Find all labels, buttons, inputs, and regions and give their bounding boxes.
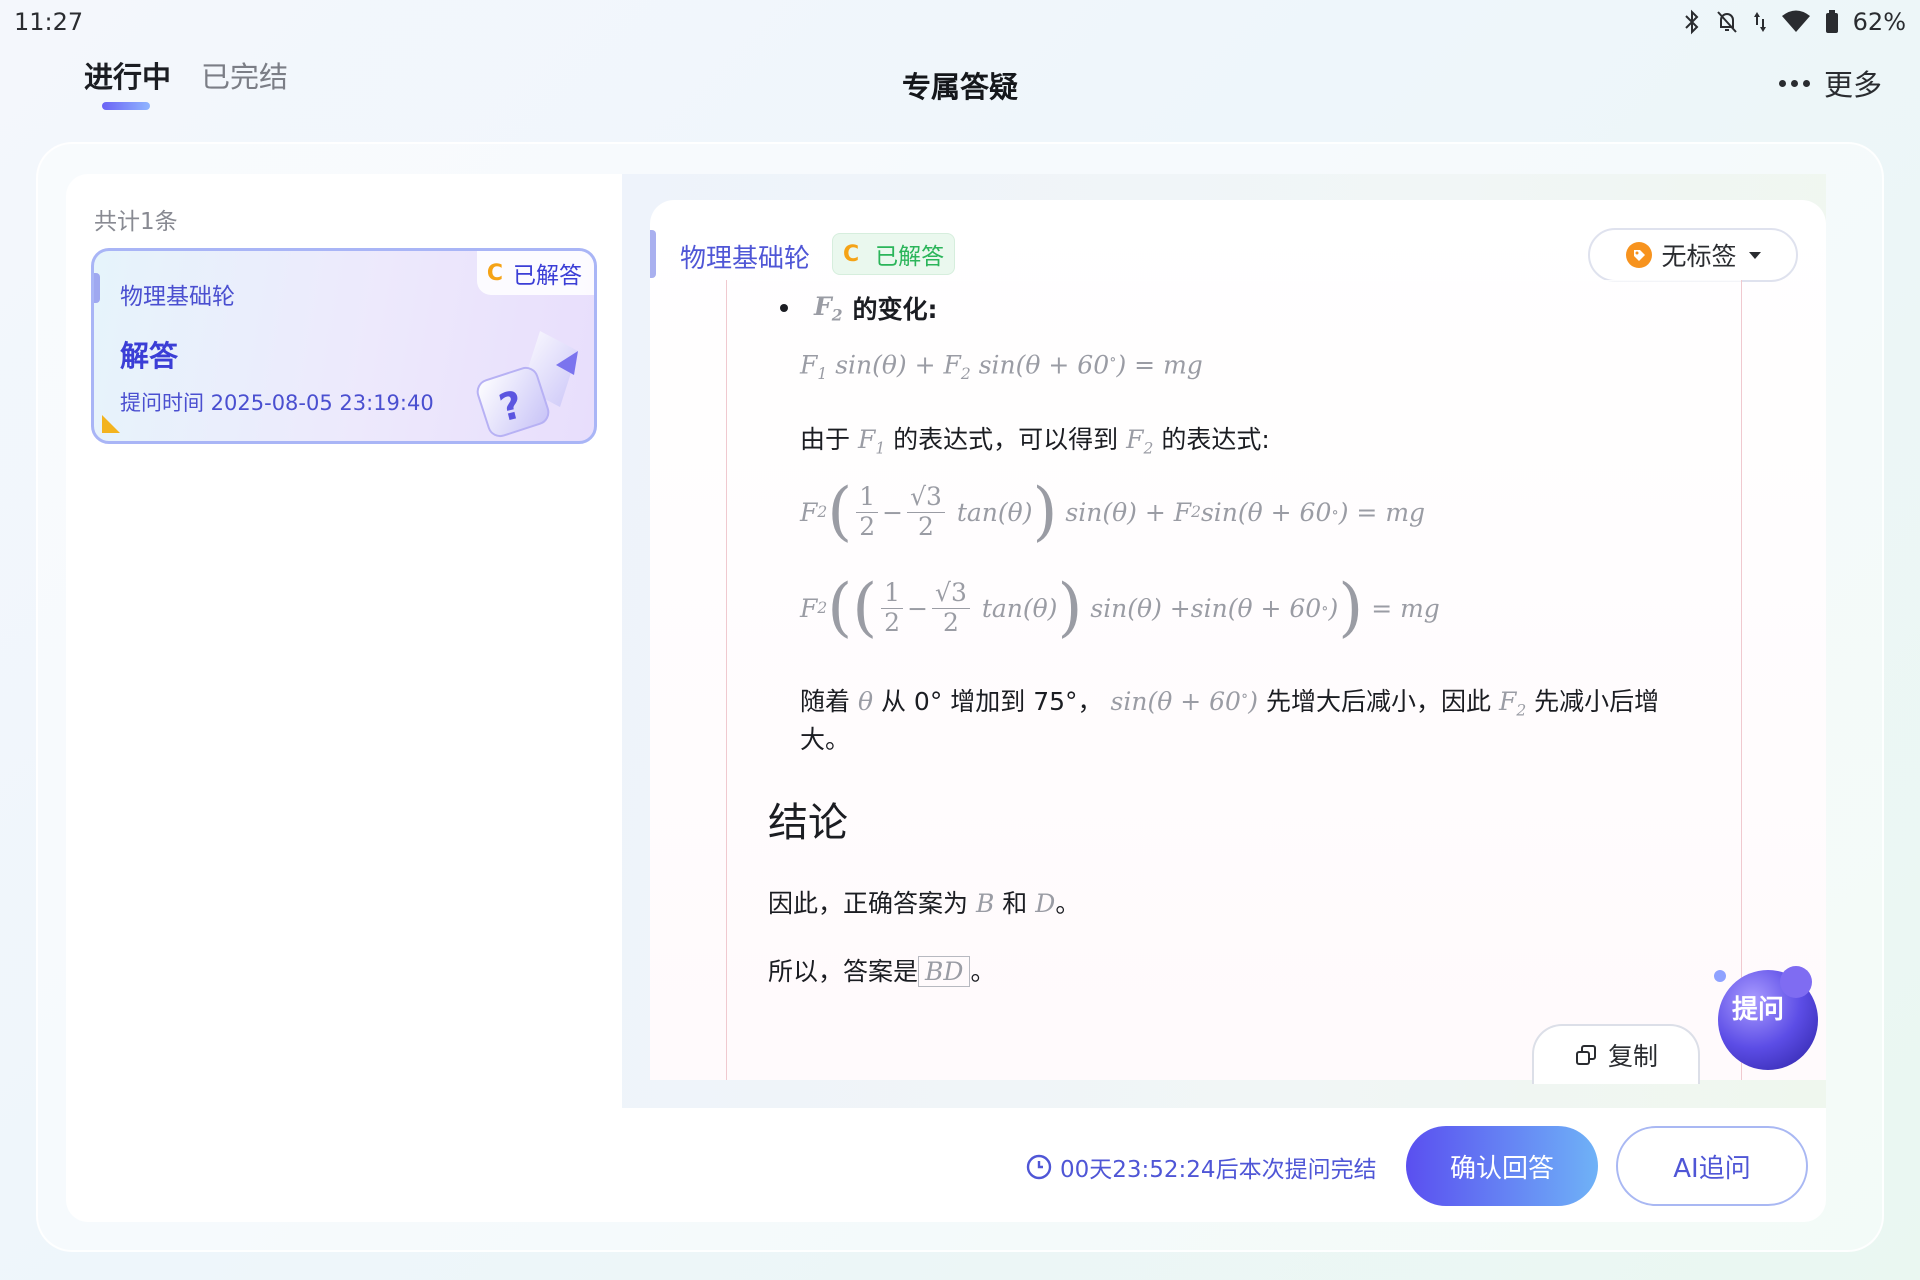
answer-status-label: 已解答 <box>875 244 945 270</box>
math-b: B <box>975 889 995 918</box>
conclusion-a: 因此，正确答案为 <box>768 889 969 918</box>
question-list-panel: 共计1条 物理基础轮 解答 提问时间 2025-08-05 23:19:40 C… <box>66 174 622 1222</box>
para2-a: 随着 <box>800 687 851 716</box>
para1-a: 由于 <box>800 425 851 454</box>
chevron-down-icon <box>1748 251 1761 259</box>
copy-icon <box>1575 1045 1596 1065</box>
ask-question-fab[interactable]: 提问 <box>1706 958 1824 1076</box>
paragraph-1: 由于 F1 的表达式，可以得到 F2 的表达式: <box>800 420 1270 457</box>
final-answer-box: BD <box>918 956 971 987</box>
status-bar: 11:27 62% <box>0 0 1920 44</box>
para2-continued: 大。 <box>800 725 851 754</box>
math-f2: F2 <box>814 291 843 325</box>
para1-c: 的表达式: <box>1161 425 1270 454</box>
final-b: 。 <box>970 957 996 986</box>
para1-b: 的表达式，可以得到 <box>893 425 1119 454</box>
answer-accent-bar <box>650 230 656 278</box>
final-a: 所以，答案是 <box>768 957 919 986</box>
battery-icon <box>1825 10 1838 33</box>
card-status-label: 已解答 <box>513 263 582 289</box>
tag-label: 无标签 <box>1661 242 1737 271</box>
battery-percent: 62% <box>1852 8 1906 36</box>
equation-1: F1 sin(θ) + F2 sin(θ + 60∘) = mg <box>800 350 1203 383</box>
math-f2: F2 <box>1126 425 1154 458</box>
status-icons: 62% <box>1683 8 1906 36</box>
tag-dropdown[interactable]: 无标签 <box>1588 228 1798 282</box>
grade-c-icon: C <box>486 260 503 286</box>
bluetooth-icon <box>1684 9 1699 35</box>
para2-d: 先减小后增 <box>1534 687 1660 716</box>
page-title: 专属答疑 <box>901 70 1018 104</box>
equation-2: F 2( 12 − √3 2 tan (θ)) sin (θ) + F2 sin (θ +… <box>800 475 1426 549</box>
countdown-text: 00天23:52:24后本次提问完结 <box>1060 1157 1377 1183</box>
bullet-dot <box>780 304 788 312</box>
more-button[interactable]: 更多 <box>1778 62 1882 104</box>
card-title: 解答 <box>120 339 179 373</box>
card-accent-bar <box>94 273 100 303</box>
answer-status-badge: C 已解答 <box>832 233 956 275</box>
answer-subject: 物理基础轮 <box>680 244 811 274</box>
data-arrows-icon <box>1753 12 1766 32</box>
bullet-heading-text: 的变化: <box>852 295 938 324</box>
countdown: 00天23:52:24后本次提问完结 <box>1026 1150 1377 1184</box>
paragraph-2: 随着 θ 从 0° 增加到 75°， sin(θ + 60∘) 先增大后减小，因… <box>800 682 1660 720</box>
card-status-badge: C 已解答 <box>476 251 594 295</box>
math-d: D <box>1035 889 1056 918</box>
mute-bell-icon <box>1716 11 1737 33</box>
copy-label: 复制 <box>1607 1042 1658 1071</box>
question-count: 共计1条 <box>94 209 178 235</box>
clock-icon <box>1026 1154 1052 1180</box>
para2-b: 从 0° 增加到 75°， <box>880 687 1103 716</box>
math-f1: F1 <box>857 425 886 458</box>
equation-3: F 2(( 12 − √3 2 tan (θ)) sin (θ) + sin (θ + 6… <box>800 571 1440 645</box>
conclusion-b: 和 <box>1002 889 1028 918</box>
more-label: 更多 <box>1823 68 1882 102</box>
card-corner-mark <box>102 415 120 433</box>
card-subject: 物理基础轮 <box>120 284 235 310</box>
para2-c: 先增大后减小，因此 <box>1265 687 1491 716</box>
bullet-heading: F2 的变化: <box>780 290 938 326</box>
final-answer-line: 所以，答案是 BD。 <box>768 952 995 988</box>
question-card[interactable]: 物理基础轮 解答 提问时间 2025-08-05 23:19:40 C 已解答 … <box>91 248 597 444</box>
conclusion-heading: 结论 <box>768 800 848 846</box>
math-f2: F2 <box>1498 687 1527 720</box>
ai-follow-up-button[interactable]: AI追问 <box>1616 1126 1808 1206</box>
conclusion-c: 。 <box>1055 889 1081 918</box>
math-theta: θ <box>857 687 874 716</box>
question-illustration-icon: ? <box>476 331 578 438</box>
conclusion-line: 因此，正确答案为 B 和 D。 <box>768 884 1080 920</box>
status-time: 11:27 <box>14 8 84 36</box>
more-dots-icon <box>1778 79 1810 87</box>
tag-icon <box>1626 242 1653 268</box>
card-time: 提问时间 2025-08-05 23:19:40 <box>120 391 434 415</box>
wifi-icon <box>1781 10 1810 32</box>
copy-button[interactable]: 复制 <box>1532 1024 1700 1084</box>
confirm-answer-button[interactable]: 确认回答 <box>1406 1126 1598 1206</box>
math-sin-expr: sin(θ + 60∘) <box>1110 686 1259 716</box>
ask-fab-label: 提问 <box>1732 995 1784 1025</box>
grade-c-icon: C <box>843 241 860 267</box>
